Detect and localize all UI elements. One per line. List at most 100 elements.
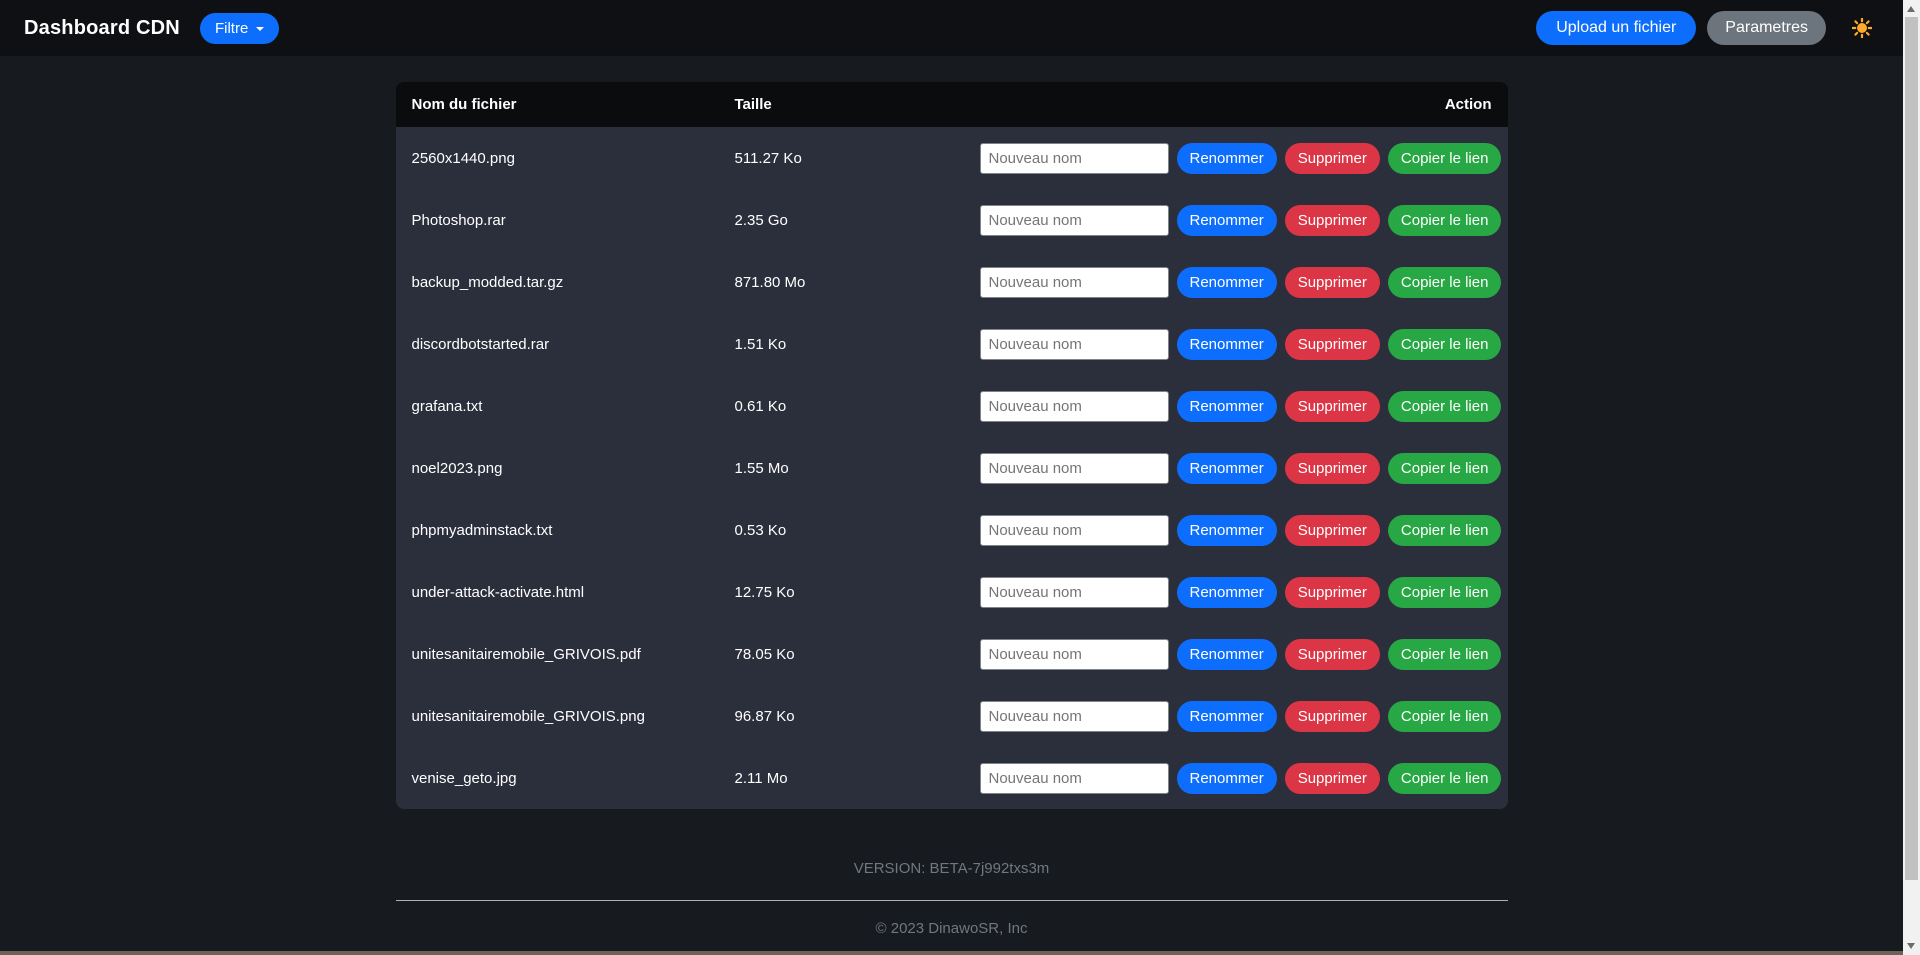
file-name: venise_geto.jpg — [396, 770, 735, 787]
copy-link-button[interactable]: Copier le lien — [1388, 267, 1502, 298]
file-size: 0.61 Ko — [735, 398, 980, 415]
file-size: 0.53 Ko — [735, 522, 980, 539]
rename-input[interactable] — [980, 453, 1169, 484]
rename-button[interactable]: Renommer — [1177, 205, 1277, 236]
main-container: Nom du fichier Taille Action 2560x1440.p… — [396, 82, 1508, 809]
table-row: grafana.txt 0.61 Ko Renommer Supprimer C… — [396, 375, 1508, 437]
row-actions: Renommer Supprimer Copier le lien — [980, 267, 1508, 298]
table-row: phpmyadminstack.txt 0.53 Ko Renommer Sup… — [396, 499, 1508, 561]
sun-icon[interactable] — [1852, 18, 1872, 38]
caret-down-icon — [256, 27, 264, 31]
table-row: unitesanitairemobile_GRIVOIS.pdf 78.05 K… — [396, 623, 1508, 685]
copy-link-button[interactable]: Copier le lien — [1388, 701, 1502, 732]
file-size: 511.27 Ko — [735, 150, 980, 167]
file-table: Nom du fichier Taille Action 2560x1440.p… — [396, 82, 1508, 809]
file-size: 2.35 Go — [735, 212, 980, 229]
delete-button[interactable]: Supprimer — [1285, 143, 1380, 174]
row-actions: Renommer Supprimer Copier le lien — [980, 329, 1508, 360]
row-actions: Renommer Supprimer Copier le lien — [980, 143, 1508, 174]
rename-input[interactable] — [980, 577, 1169, 608]
header-action: Action — [980, 96, 1508, 113]
row-actions: Renommer Supprimer Copier le lien — [980, 763, 1508, 794]
rename-button[interactable]: Renommer — [1177, 267, 1277, 298]
file-size: 96.87 Ko — [735, 708, 980, 725]
table-body: 2560x1440.png 511.27 Ko Renommer Supprim… — [396, 127, 1508, 809]
file-name: discordbotstarted.rar — [396, 336, 735, 353]
delete-button[interactable]: Supprimer — [1285, 515, 1380, 546]
vertical-scrollbar[interactable] — [1903, 0, 1920, 955]
rename-button[interactable]: Renommer — [1177, 515, 1277, 546]
version-text: VERSION: BETA-7j992txs3m — [0, 860, 1903, 877]
row-actions: Renommer Supprimer Copier le lien — [980, 577, 1508, 608]
copy-link-button[interactable]: Copier le lien — [1388, 577, 1502, 608]
scroll-down-arrow-icon[interactable] — [1907, 943, 1915, 949]
filter-dropdown-button[interactable]: Filtre — [200, 13, 279, 44]
delete-button[interactable]: Supprimer — [1285, 391, 1380, 422]
rename-input[interactable] — [980, 701, 1169, 732]
table-row: unitesanitairemobile_GRIVOIS.png 96.87 K… — [396, 685, 1508, 747]
copy-link-button[interactable]: Copier le lien — [1388, 515, 1502, 546]
rename-button[interactable]: Renommer — [1177, 143, 1277, 174]
delete-button[interactable]: Supprimer — [1285, 205, 1380, 236]
navbar: Dashboard CDN Filtre Upload un fichier P… — [0, 0, 1903, 56]
rename-input[interactable] — [980, 143, 1169, 174]
delete-button[interactable]: Supprimer — [1285, 267, 1380, 298]
upload-file-button[interactable]: Upload un fichier — [1536, 11, 1696, 45]
copy-link-button[interactable]: Copier le lien — [1388, 453, 1502, 484]
delete-button[interactable]: Supprimer — [1285, 329, 1380, 360]
page: Dashboard CDN Filtre Upload un fichier P… — [0, 0, 1903, 955]
rename-button[interactable]: Renommer — [1177, 763, 1277, 794]
scroll-up-arrow-icon[interactable] — [1907, 6, 1915, 12]
copy-link-button[interactable]: Copier le lien — [1388, 391, 1502, 422]
rename-input[interactable] — [980, 639, 1169, 670]
copy-link-button[interactable]: Copier le lien — [1388, 639, 1502, 670]
file-size: 78.05 Ko — [735, 646, 980, 663]
table-row: backup_modded.tar.gz 871.80 Mo Renommer … — [396, 251, 1508, 313]
rename-button[interactable]: Renommer — [1177, 453, 1277, 484]
table-row: under-attack-activate.html 12.75 Ko Reno… — [396, 561, 1508, 623]
copy-link-button[interactable]: Copier le lien — [1388, 205, 1502, 236]
row-actions: Renommer Supprimer Copier le lien — [980, 515, 1508, 546]
file-name: phpmyadminstack.txt — [396, 522, 735, 539]
rename-button[interactable]: Renommer — [1177, 329, 1277, 360]
file-size: 12.75 Ko — [735, 584, 980, 601]
row-actions: Renommer Supprimer Copier le lien — [980, 453, 1508, 484]
delete-button[interactable]: Supprimer — [1285, 577, 1380, 608]
rename-input[interactable] — [980, 205, 1169, 236]
file-size: 1.55 Mo — [735, 460, 980, 477]
row-actions: Renommer Supprimer Copier le lien — [980, 205, 1508, 236]
table-row: 2560x1440.png 511.27 Ko Renommer Supprim… — [396, 127, 1508, 189]
copy-link-button[interactable]: Copier le lien — [1388, 329, 1502, 360]
file-name: grafana.txt — [396, 398, 735, 415]
file-name: noel2023.png — [396, 460, 735, 477]
row-actions: Renommer Supprimer Copier le lien — [980, 391, 1508, 422]
header-file-name: Nom du fichier — [396, 96, 735, 113]
file-name: unitesanitairemobile_GRIVOIS.png — [396, 708, 735, 725]
footer: VERSION: BETA-7j992txs3m © 2023 DinawoSR… — [0, 860, 1903, 937]
rename-input[interactable] — [980, 329, 1169, 360]
file-size: 1.51 Ko — [735, 336, 980, 353]
scrollbar-thumb[interactable] — [1905, 17, 1918, 880]
rename-button[interactable]: Renommer — [1177, 639, 1277, 670]
rename-input[interactable] — [980, 763, 1169, 794]
delete-button[interactable]: Supprimer — [1285, 763, 1380, 794]
copy-link-button[interactable]: Copier le lien — [1388, 763, 1502, 794]
file-name: under-attack-activate.html — [396, 584, 735, 601]
row-actions: Renommer Supprimer Copier le lien — [980, 639, 1508, 670]
copyright-text: © 2023 DinawoSR, Inc — [0, 920, 1903, 937]
settings-button[interactable]: Parametres — [1707, 11, 1826, 45]
file-name: Photoshop.rar — [396, 212, 735, 229]
rename-input[interactable] — [980, 391, 1169, 422]
table-row: discordbotstarted.rar 1.51 Ko Renommer S… — [396, 313, 1508, 375]
delete-button[interactable]: Supprimer — [1285, 453, 1380, 484]
rename-button[interactable]: Renommer — [1177, 391, 1277, 422]
rename-button[interactable]: Renommer — [1177, 577, 1277, 608]
delete-button[interactable]: Supprimer — [1285, 701, 1380, 732]
rename-input[interactable] — [980, 267, 1169, 298]
delete-button[interactable]: Supprimer — [1285, 639, 1380, 670]
file-size: 2.11 Mo — [735, 770, 980, 787]
copy-link-button[interactable]: Copier le lien — [1388, 143, 1502, 174]
table-row: Photoshop.rar 2.35 Go Renommer Supprimer… — [396, 189, 1508, 251]
rename-input[interactable] — [980, 515, 1169, 546]
rename-button[interactable]: Renommer — [1177, 701, 1277, 732]
